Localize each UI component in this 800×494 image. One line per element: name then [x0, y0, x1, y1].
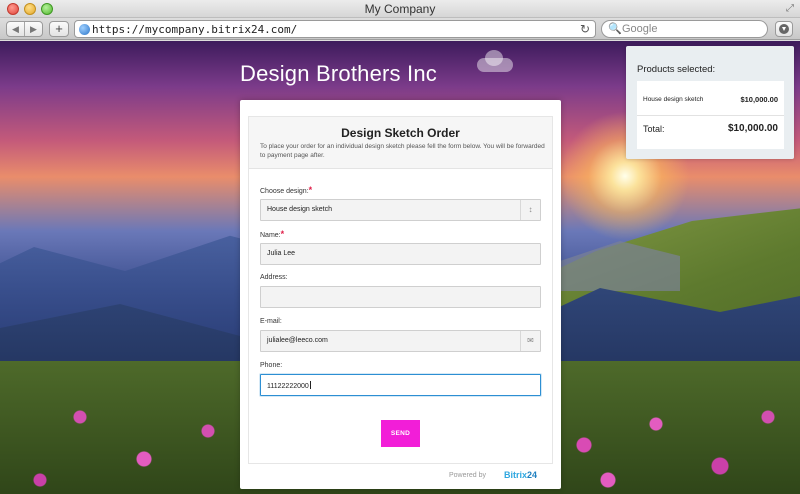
form-header: Design Sketch Order To place your order … — [249, 117, 552, 169]
name-label: Name:* — [260, 229, 285, 239]
company-title: Design Brothers Inc — [240, 61, 437, 86]
required-mark: * — [280, 229, 285, 239]
total-value: $10,000.00 — [727, 123, 778, 134]
products-panel: Products selected: House design sketch $… — [626, 46, 794, 159]
order-form-card: Design Sketch Order To place your order … — [240, 100, 561, 489]
phone-label: Phone: — [260, 362, 283, 369]
product-price: $10,000.00 — [740, 95, 778, 104]
address-bar[interactable]: https://mycompany.bitrix24.com/ ↻ — [74, 20, 596, 38]
products-list: House design sketch $10,000.00 Total: $1… — [637, 81, 784, 149]
globe-icon — [79, 24, 90, 35]
product-name: House design sketch — [643, 96, 704, 103]
cloud-icon — [477, 50, 513, 72]
products-title: Products selected: — [637, 64, 716, 75]
total-label: Total: — [643, 124, 665, 134]
product-row: House design sketch $10,000.00 — [643, 95, 778, 104]
downloads-button[interactable] — [775, 21, 793, 37]
forward-button[interactable]: ▶ — [25, 22, 42, 36]
window-title: My Company — [364, 2, 436, 16]
email-label: E-mail: — [260, 318, 282, 325]
search-bar[interactable]: 🔍 Google — [601, 20, 768, 38]
divider — [637, 115, 784, 116]
fullscreen-icon[interactable]: ⤢ — [786, 3, 794, 14]
url-text[interactable]: https://mycompany.bitrix24.com/ — [92, 23, 297, 36]
back-button[interactable]: ◀ — [7, 22, 25, 36]
order-form: Design Sketch Order To place your order … — [248, 116, 553, 464]
email-field-value: julialee@leeco.com — [267, 337, 328, 344]
reload-icon[interactable]: ↻ — [580, 22, 590, 36]
design-label: Choose design:* — [260, 185, 313, 195]
phone-field[interactable]: 11122222000 — [260, 374, 541, 396]
design-select[interactable]: House design sketch ↕ — [260, 199, 541, 221]
bitrix24-logo[interactable]: Bitrix24 — [504, 470, 537, 480]
form-description: To place your order for an individual de… — [260, 143, 545, 159]
powered-by-text: Powered by — [449, 472, 486, 479]
window-titlebar: My Company ⤢ — [0, 0, 800, 18]
form-footer: Powered by Bitrix24 — [240, 464, 561, 489]
envelope-icon: ✉ — [520, 331, 540, 351]
total-row: Total: $10,000.00 — [643, 123, 778, 134]
name-field[interactable]: Julia Lee — [260, 243, 541, 265]
nav-buttons: ◀ ▶ — [6, 21, 43, 37]
name-field-value: Julia Lee — [267, 250, 296, 257]
phone-field-value: 11122222000 — [267, 383, 309, 390]
send-button[interactable]: SEND — [381, 420, 420, 447]
search-input[interactable]: Google — [622, 23, 657, 35]
address-label: Address: — [260, 274, 288, 281]
required-mark: * — [308, 185, 313, 195]
form-title: Design Sketch Order — [341, 126, 460, 140]
select-arrows-icon[interactable]: ↕ — [520, 200, 540, 220]
new-tab-button[interactable]: + — [49, 21, 69, 37]
download-icon — [779, 24, 789, 34]
search-icon: 🔍 — [608, 23, 622, 35]
email-field[interactable]: julialee@leeco.com ✉ — [260, 330, 541, 352]
address-field[interactable] — [260, 286, 541, 308]
browser-toolbar: ◀ ▶ + https://mycompany.bitrix24.com/ ↻ … — [0, 18, 800, 40]
design-select-value: House design sketch — [267, 206, 332, 213]
